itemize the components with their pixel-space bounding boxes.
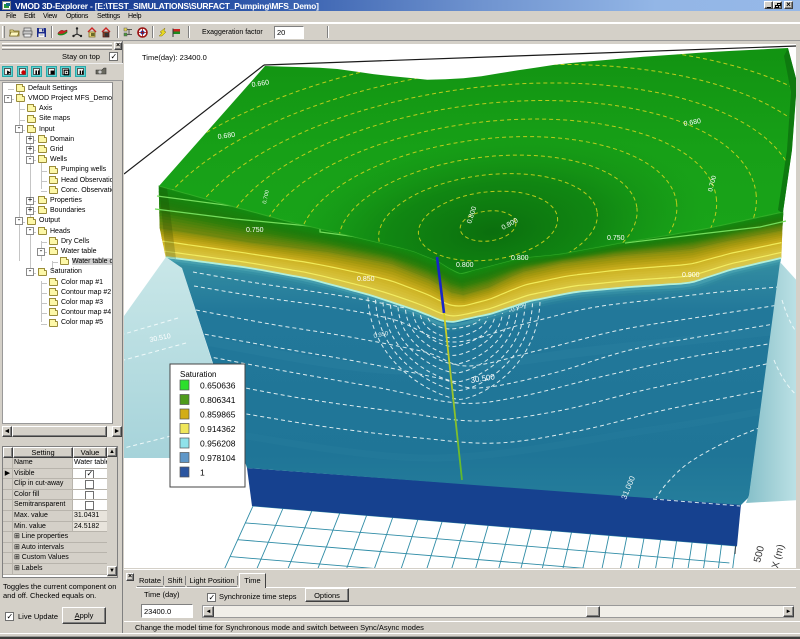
svg-text:0.750: 0.750 <box>246 227 264 234</box>
svg-text:0.914362: 0.914362 <box>200 424 236 434</box>
svg-text:0.806341: 0.806341 <box>200 395 236 405</box>
svg-text:0.750: 0.750 <box>607 235 625 242</box>
svg-text:0.850: 0.850 <box>357 276 375 283</box>
svg-text:0.978104: 0.978104 <box>200 453 236 463</box>
svg-text:0.650636: 0.650636 <box>200 381 236 391</box>
svg-text:0.956208: 0.956208 <box>200 439 236 449</box>
svg-text:1: 1 <box>200 468 205 478</box>
svg-text:0.900: 0.900 <box>682 272 700 279</box>
svg-text:0.800: 0.800 <box>511 255 529 262</box>
svg-text:0.800: 0.800 <box>456 262 474 269</box>
svg-text:0.859865: 0.859865 <box>200 410 236 420</box>
svg-text:Saturation: Saturation <box>180 370 216 379</box>
svg-text:Time(day): 23400.0: Time(day): 23400.0 <box>142 53 207 62</box>
